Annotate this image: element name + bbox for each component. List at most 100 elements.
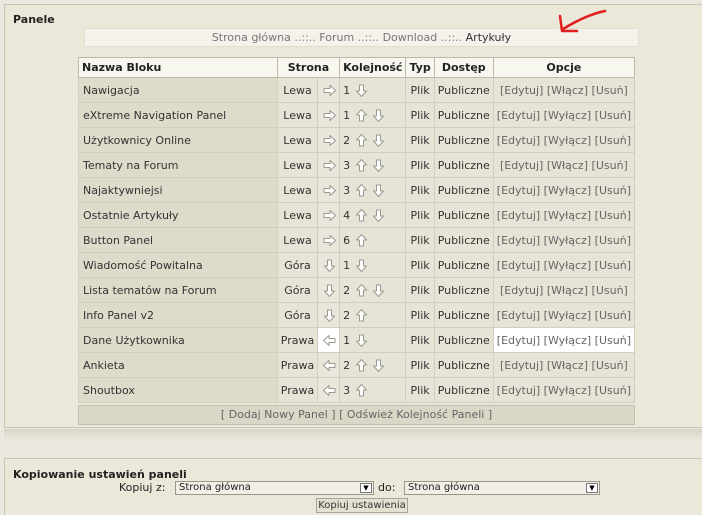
arrow-up-icon[interactable] bbox=[354, 133, 369, 148]
toggle-link[interactable]: Wyłącz bbox=[548, 109, 587, 122]
arrow-left-icon[interactable] bbox=[322, 333, 337, 348]
delete-link[interactable]: Usuń bbox=[599, 209, 627, 222]
arrow-down-icon[interactable] bbox=[371, 208, 386, 223]
toggle-link[interactable]: Wyłącz bbox=[548, 209, 587, 222]
chevron-down-icon[interactable]: ▼ bbox=[360, 483, 372, 493]
delete-link[interactable]: Usuń bbox=[599, 134, 627, 147]
arrow-up-icon[interactable] bbox=[354, 108, 369, 123]
block-access: Publiczne bbox=[433, 77, 494, 103]
arrow-down-icon[interactable] bbox=[354, 258, 369, 273]
toggle-link[interactable]: Włącz bbox=[551, 84, 584, 97]
arrow-down-icon[interactable] bbox=[371, 108, 386, 123]
arrow-up-icon[interactable] bbox=[354, 383, 369, 398]
delete-link[interactable]: Usuń bbox=[599, 384, 627, 397]
delete-link[interactable]: Usuń bbox=[599, 309, 627, 322]
arrow-up-icon[interactable] bbox=[354, 208, 369, 223]
edit-link[interactable]: Edytuj bbox=[504, 84, 539, 97]
block-side: Prawa bbox=[276, 352, 319, 378]
add-panel-link[interactable]: Dodaj Nowy Panel bbox=[229, 408, 328, 421]
panels-table: Nazwa Bloku Strona Kolejność Typ Dostęp … bbox=[78, 57, 636, 403]
arrow-right-icon[interactable] bbox=[322, 108, 337, 123]
arrow-up-icon[interactable] bbox=[354, 283, 369, 298]
block-side: Lewa bbox=[276, 102, 319, 128]
delete-link[interactable]: Usuń bbox=[599, 109, 627, 122]
arrow-down-icon[interactable] bbox=[371, 358, 386, 373]
options-cell: [Edytuj] [Włącz] [Usuń] bbox=[492, 277, 636, 303]
toggle-link[interactable]: Włącz bbox=[551, 159, 584, 172]
block-access: Publiczne bbox=[433, 277, 494, 303]
block-side: Lewa bbox=[276, 177, 319, 203]
copy-to-select[interactable]: Strona główna ▼ bbox=[404, 481, 600, 495]
block-side: Lewa bbox=[276, 227, 319, 253]
copy-from-select[interactable]: Strona główna ▼ bbox=[175, 481, 374, 495]
edit-link[interactable]: Edytuj bbox=[501, 209, 536, 222]
block-type: Plik bbox=[405, 277, 435, 303]
arrow-down-icon[interactable] bbox=[371, 133, 386, 148]
delete-link[interactable]: Usuń bbox=[596, 359, 624, 372]
edit-link[interactable]: Edytuj bbox=[501, 384, 536, 397]
toggle-link[interactable]: Włącz bbox=[551, 284, 584, 297]
table-row: Button Panel Lewa 6 Plik Publiczne [Edytuj] [… bbox=[78, 227, 636, 253]
edit-link[interactable]: Edytuj bbox=[501, 309, 536, 322]
edit-link[interactable]: Edytuj bbox=[501, 334, 536, 347]
block-side: Prawa bbox=[276, 327, 319, 353]
arrow-left-icon[interactable] bbox=[322, 358, 337, 373]
breadcrumb-forum[interactable]: Forum bbox=[319, 31, 354, 44]
arrow-down-icon[interactable] bbox=[322, 283, 337, 298]
table-row: Nawigacja Lewa 1 Plik Publiczne [Edytuj] [Włą… bbox=[78, 77, 636, 103]
delete-link[interactable]: Usuń bbox=[596, 284, 624, 297]
arrow-right-icon[interactable] bbox=[322, 233, 337, 248]
table-row: Wiadomość Powitalna Góra 1 Plik Publiczne [Ed… bbox=[78, 252, 636, 278]
arrow-right-icon[interactable] bbox=[322, 158, 337, 173]
edit-link[interactable]: Edytuj bbox=[501, 109, 536, 122]
arrow-right-icon[interactable] bbox=[322, 133, 337, 148]
arrow-up-icon[interactable] bbox=[354, 183, 369, 198]
delete-link[interactable]: Usuń bbox=[599, 184, 627, 197]
arrow-down-icon[interactable] bbox=[322, 308, 337, 323]
toggle-link[interactable]: Wyłącz bbox=[548, 384, 587, 397]
edit-link[interactable]: Edytuj bbox=[501, 234, 536, 247]
toggle-link[interactable]: Wyłącz bbox=[548, 309, 587, 322]
copy-settings-button[interactable]: Kopiuj ustawienia bbox=[316, 498, 408, 513]
arrow-down-icon[interactable] bbox=[354, 83, 369, 98]
options-cell: [Edytuj] [Wyłącz] [Usuń] bbox=[492, 377, 636, 403]
delete-link[interactable]: Usuń bbox=[599, 259, 627, 272]
chevron-down-icon[interactable]: ▼ bbox=[586, 483, 598, 493]
toggle-link[interactable]: Włącz bbox=[551, 359, 584, 372]
arrow-up-icon[interactable] bbox=[354, 358, 369, 373]
arrow-right-icon[interactable] bbox=[322, 208, 337, 223]
arrow-up-icon[interactable] bbox=[354, 158, 369, 173]
copy-to-label: do: bbox=[378, 481, 396, 494]
breadcrumb-home[interactable]: Strona główna bbox=[212, 31, 291, 44]
arrow-down-icon[interactable] bbox=[371, 283, 386, 298]
arrow-left-icon[interactable] bbox=[322, 383, 337, 398]
toggle-link[interactable]: Wyłącz bbox=[548, 134, 587, 147]
edit-link[interactable]: Edytuj bbox=[501, 259, 536, 272]
arrow-up-icon[interactable] bbox=[354, 233, 369, 248]
toggle-link[interactable]: Wyłącz bbox=[548, 234, 587, 247]
delete-link[interactable]: Usuń bbox=[599, 334, 627, 347]
arrow-down-icon[interactable] bbox=[371, 183, 386, 198]
edit-link[interactable]: Edytuj bbox=[504, 159, 539, 172]
arrow-down-icon[interactable] bbox=[354, 333, 369, 348]
arrow-down-icon[interactable] bbox=[371, 158, 386, 173]
block-side: Lewa bbox=[276, 127, 319, 153]
block-order: 2 bbox=[343, 308, 351, 322]
toggle-link[interactable]: Wyłącz bbox=[548, 334, 587, 347]
toggle-link[interactable]: Wyłącz bbox=[548, 184, 587, 197]
edit-link[interactable]: Edytuj bbox=[501, 134, 536, 147]
toggle-link[interactable]: Wyłącz bbox=[548, 259, 587, 272]
arrow-right-icon[interactable] bbox=[322, 83, 337, 98]
delete-link[interactable]: Usuń bbox=[596, 84, 624, 97]
block-access: Publiczne bbox=[433, 102, 494, 128]
arrow-down-icon[interactable] bbox=[322, 258, 337, 273]
edit-link[interactable]: Edytuj bbox=[504, 284, 539, 297]
edit-link[interactable]: Edytuj bbox=[504, 359, 539, 372]
refresh-order-link[interactable]: Odśwież Kolejność Paneli bbox=[347, 408, 484, 421]
delete-link[interactable]: Usuń bbox=[599, 234, 627, 247]
arrow-right-icon[interactable] bbox=[322, 183, 337, 198]
delete-link[interactable]: Usuń bbox=[596, 159, 624, 172]
breadcrumb-download[interactable]: Download bbox=[383, 31, 438, 44]
edit-link[interactable]: Edytuj bbox=[501, 184, 536, 197]
arrow-up-icon[interactable] bbox=[354, 308, 369, 323]
